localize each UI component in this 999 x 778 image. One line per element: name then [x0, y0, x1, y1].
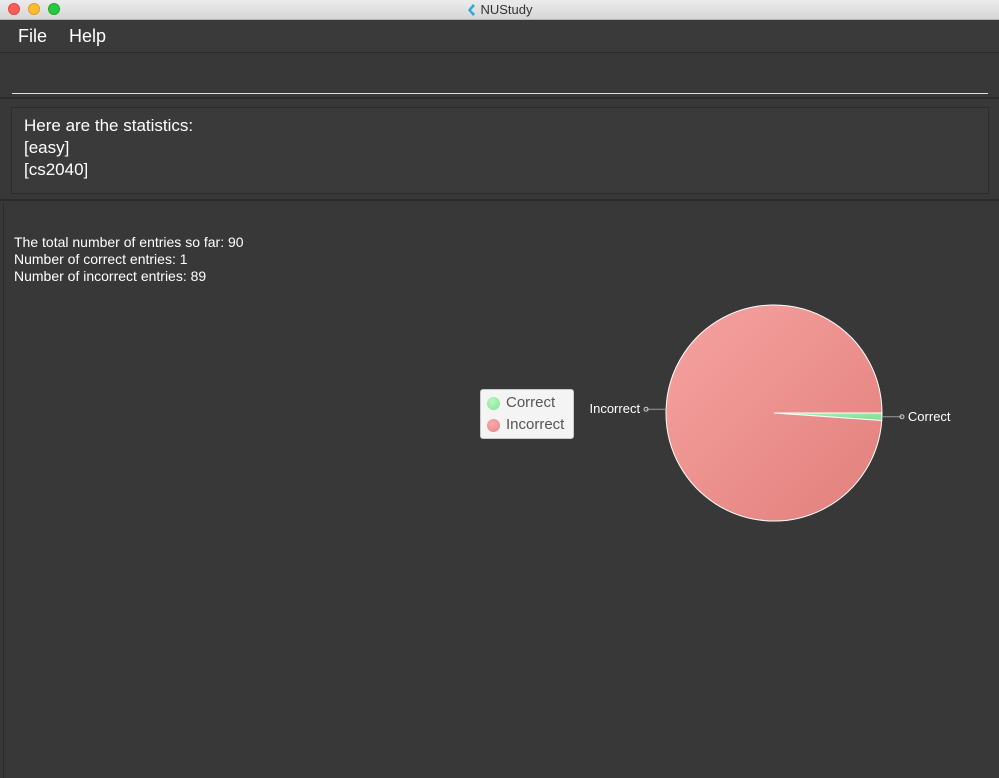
legend-label: Correct: [506, 394, 556, 411]
legend-swatch-incorrect: [487, 419, 500, 432]
legend-swatch-correct: [487, 397, 500, 410]
pie-label-incorrect: Incorrect: [589, 401, 640, 416]
chart-legend: Correct Incorrect: [480, 389, 574, 439]
pie-label-correct: Correct: [908, 409, 951, 424]
legend-label: Incorrect: [506, 416, 565, 433]
pie-slice-incorrect: [665, 304, 883, 522]
